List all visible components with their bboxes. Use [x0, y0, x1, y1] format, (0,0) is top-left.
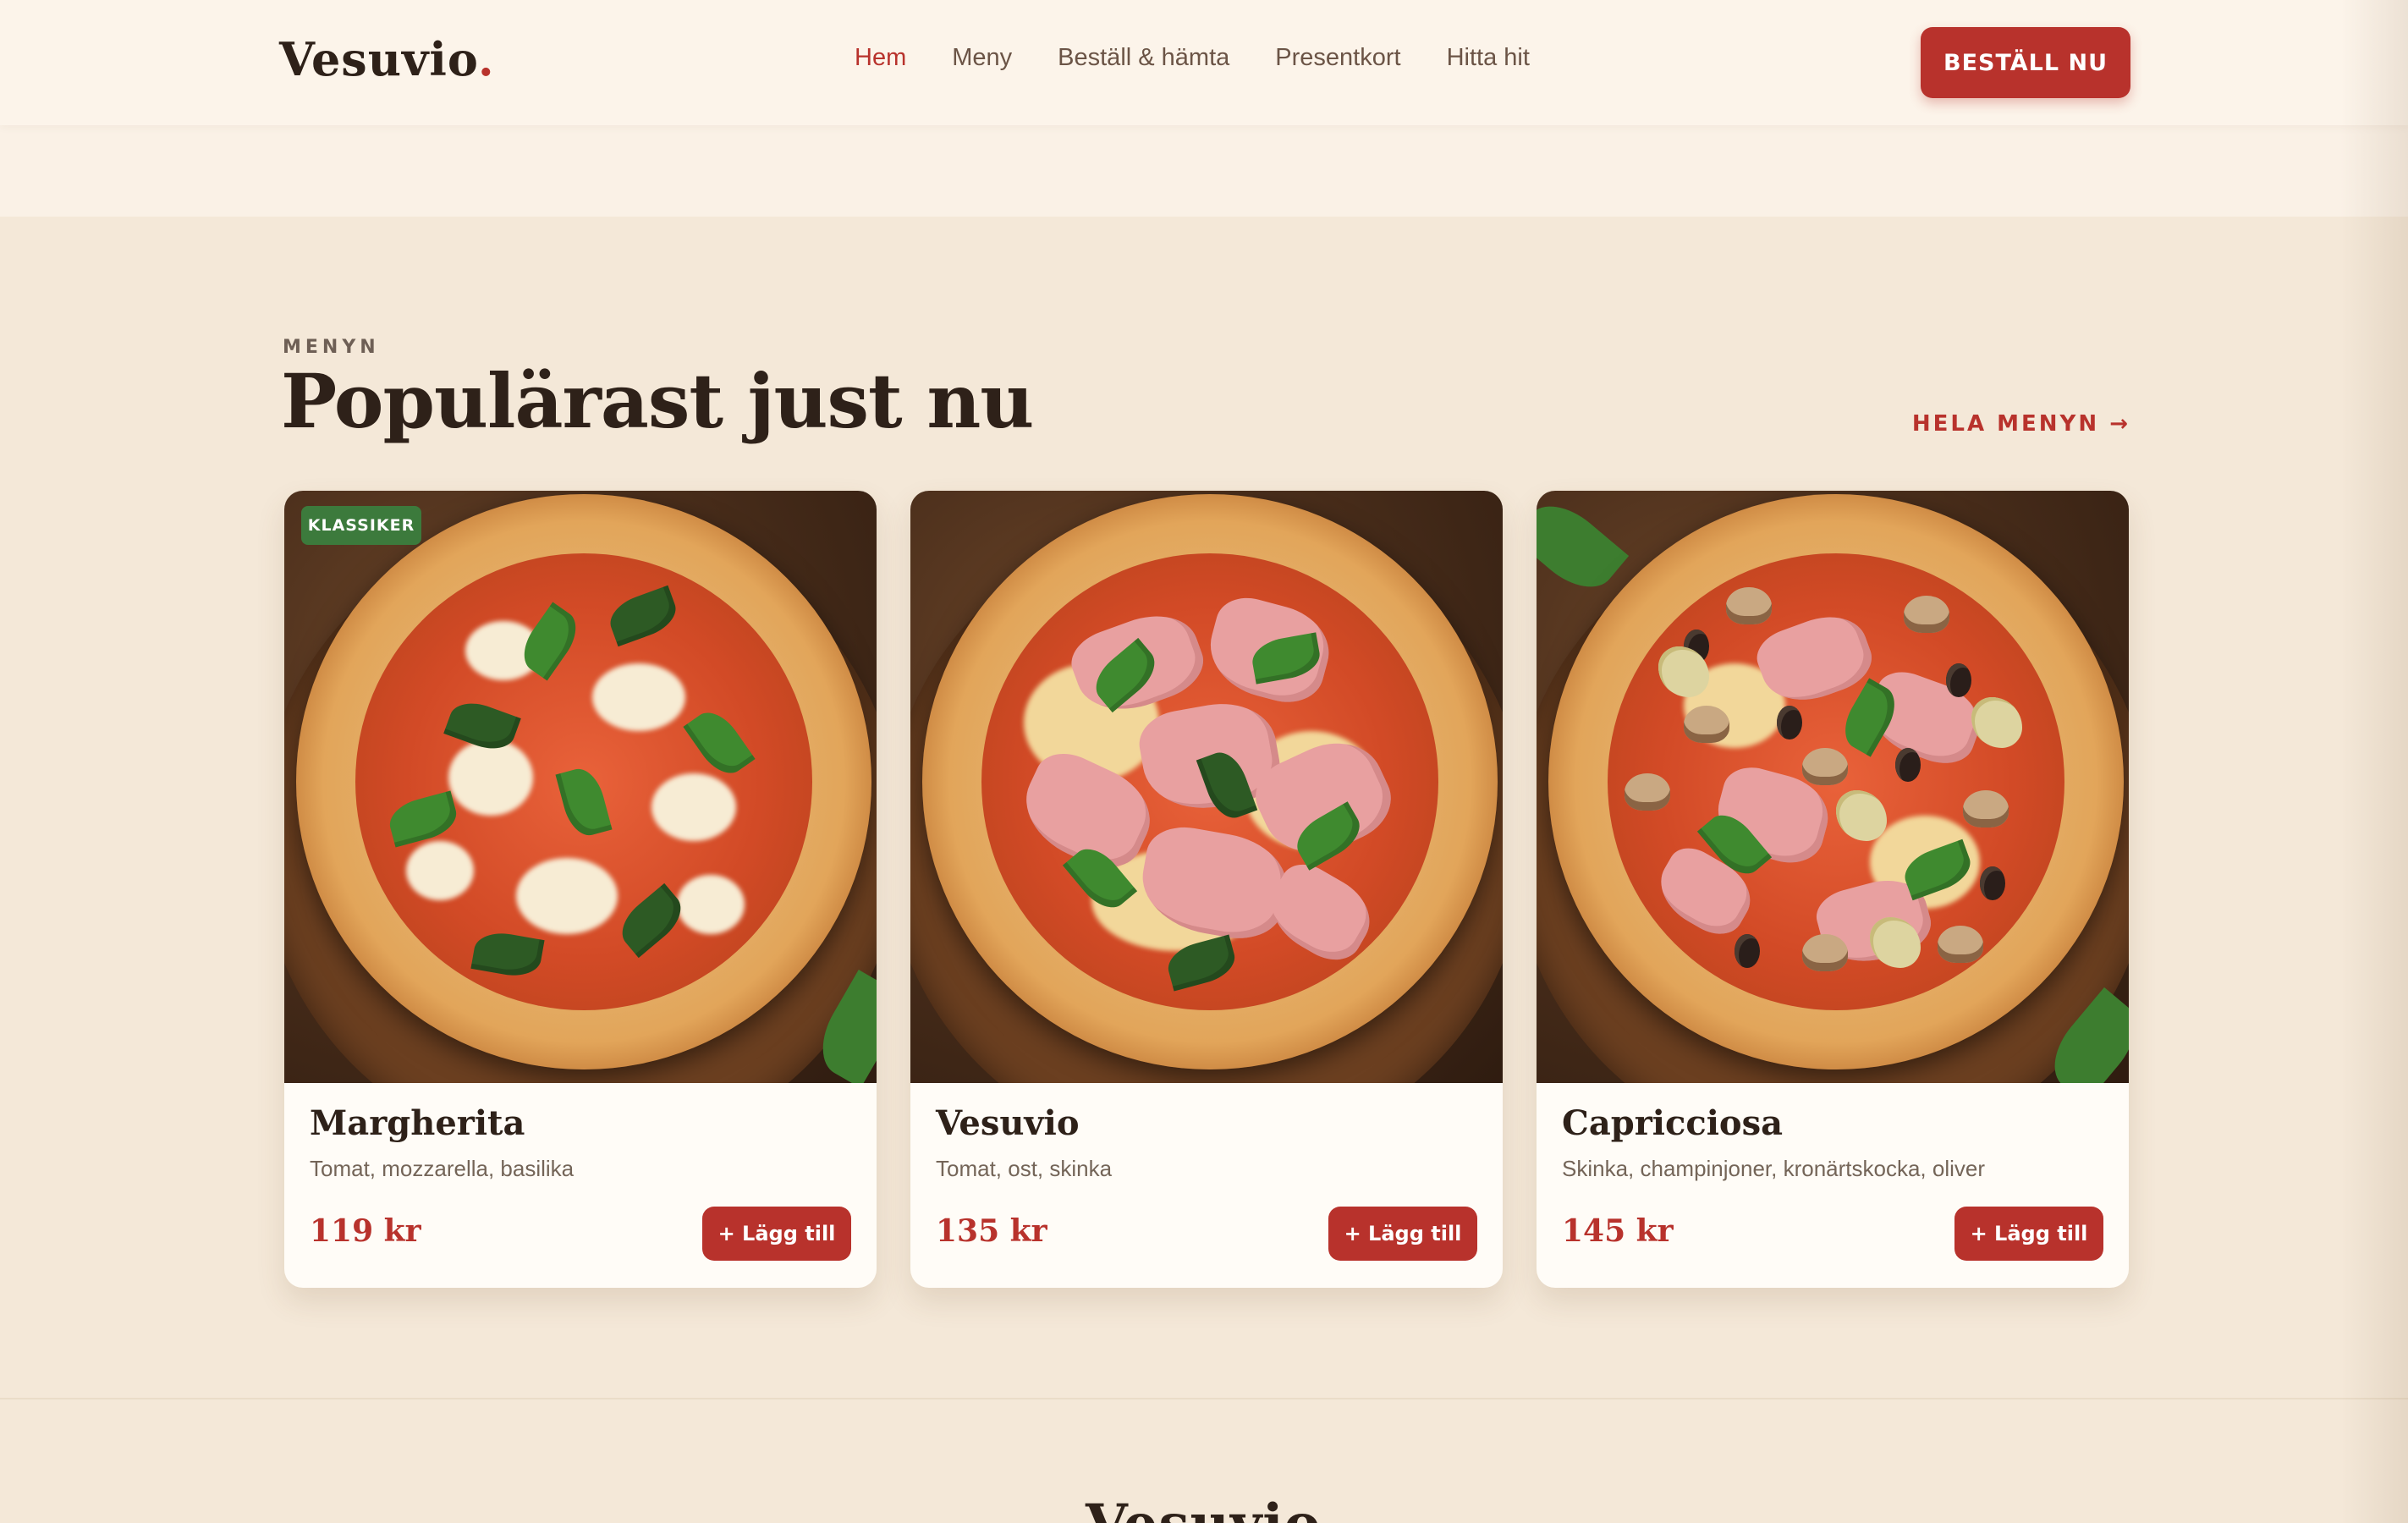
card-info: Margherita Tomat, mozzarella, basilika 1… [284, 1083, 877, 1288]
site-header: Vesuvio. Hem Meny Beställ & hämta Presen… [0, 0, 2408, 125]
nav-item-presentkort[interactable]: Presentkort [1275, 44, 1400, 72]
page: Vesuvio. Hem Meny Beställ & hämta Presen… [0, 0, 2408, 1523]
product-description: Skinka, champinjoner, kronärtskocka, oli… [1562, 1156, 1986, 1181]
pizza-image-margherita: KLASSIKER [284, 491, 877, 1083]
nav-item-meny[interactable]: Meny [952, 44, 1012, 72]
product-name: Vesuvio [936, 1103, 1080, 1143]
footer-logo: Vesuvio [1086, 1493, 1321, 1523]
product-price: 119 kr [310, 1213, 421, 1249]
logo-text: Vesuvio [279, 32, 478, 86]
product-name: Margherita [310, 1103, 525, 1143]
product-description: Tomat, ost, skinka [936, 1156, 1113, 1181]
card-info: Vesuvio Tomat, ost, skinka 135 kr + Lägg… [910, 1083, 1503, 1288]
nav-item-hem[interactable]: Hem [855, 44, 906, 72]
nav-item-hitta-hit[interactable]: Hitta hit [1447, 44, 1530, 72]
add-to-cart-button[interactable]: + Lägg till [1954, 1207, 2103, 1261]
product-price: 145 kr [1562, 1213, 1674, 1249]
add-to-cart-button[interactable]: + Lägg till [1328, 1207, 1477, 1261]
nav-item-bestall-hamta[interactable]: Beställ & hämta [1058, 44, 1229, 72]
pizza-graphic [1548, 494, 2124, 1069]
logo-dot: . [477, 32, 495, 86]
hero-strip [0, 125, 2408, 217]
product-name: Capricciosa [1562, 1103, 1784, 1143]
product-description: Tomat, mozzarella, basilika [310, 1156, 575, 1181]
add-to-cart-button[interactable]: + Lägg till [702, 1207, 851, 1261]
edge-shadow [2340, 0, 2408, 1523]
pizza-graphic [296, 494, 871, 1069]
pizza-image-capricciosa [1537, 491, 2129, 1083]
pizza-image-vesuvio [910, 491, 1503, 1083]
main-nav: Hem Meny Beställ & hämta Presentkort Hit… [855, 44, 1530, 72]
product-card-margherita[interactable]: KLASSIKER Margherita Tomat, mozzarella, … [284, 491, 877, 1288]
product-grid: KLASSIKER Margherita Tomat, mozzarella, … [284, 491, 2129, 1288]
order-now-button[interactable]: BESTÄLL NU [1921, 27, 2130, 98]
logo[interactable]: Vesuvio. [279, 32, 495, 86]
product-card-capricciosa[interactable]: Capricciosa Skinka, champinjoner, kronär… [1537, 491, 2129, 1288]
classic-badge: KLASSIKER [301, 506, 421, 545]
product-card-vesuvio[interactable]: Vesuvio Tomat, ost, skinka 135 kr + Lägg… [910, 491, 1503, 1288]
pizza-graphic [922, 494, 1498, 1069]
card-info: Capricciosa Skinka, champinjoner, kronär… [1537, 1083, 2129, 1288]
full-menu-link[interactable]: HELA MENYN → [1912, 411, 2130, 437]
section-eyebrow: MENYN [283, 337, 380, 358]
product-price: 135 kr [936, 1213, 1047, 1249]
section-title: Populärast just nu [281, 357, 1034, 445]
